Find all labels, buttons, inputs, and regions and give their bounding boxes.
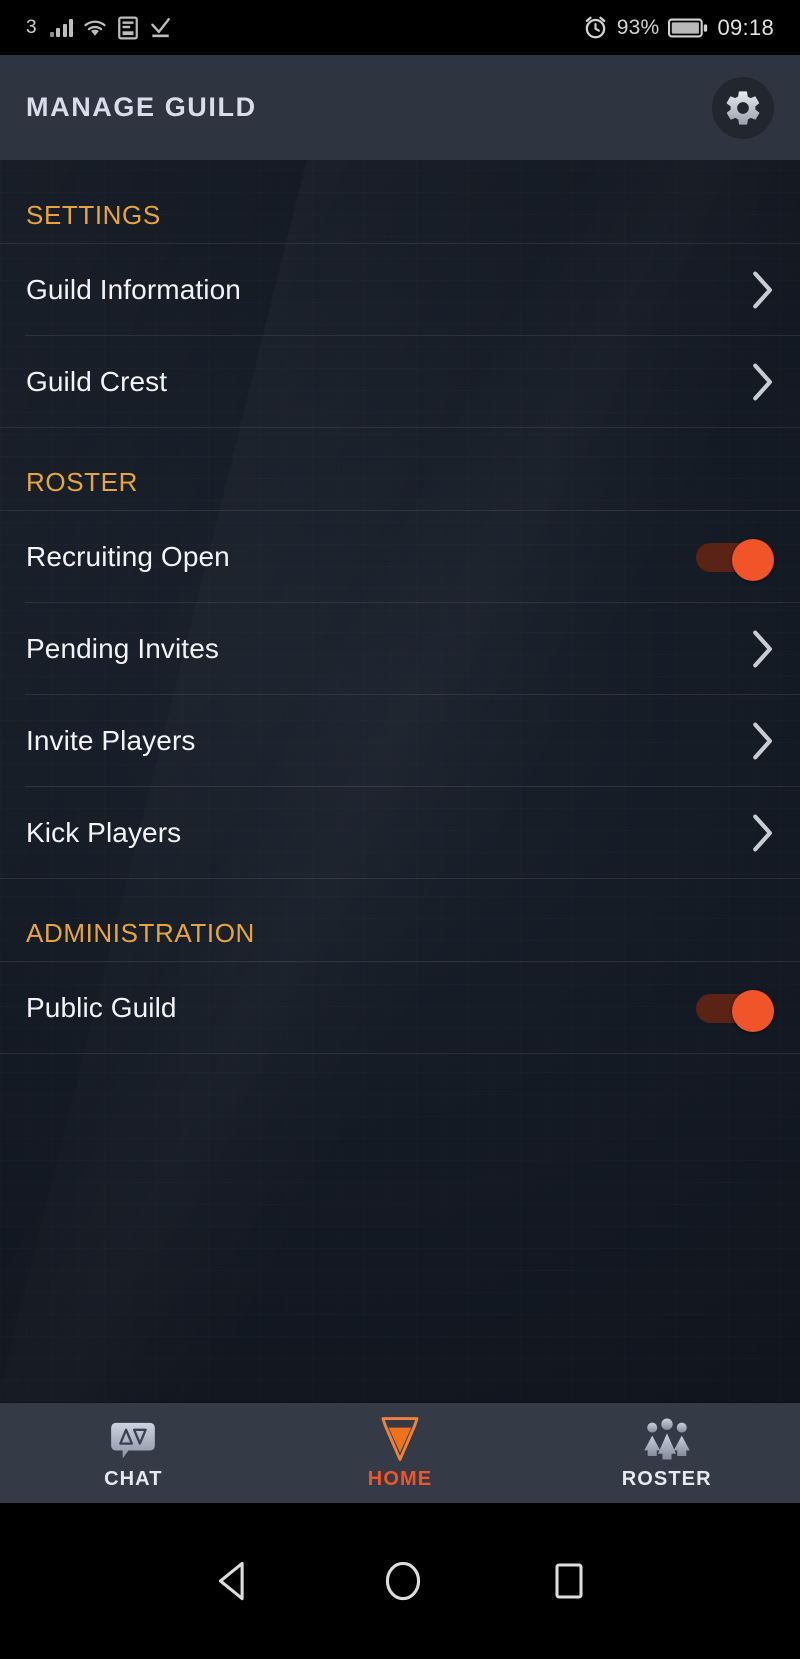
row-label: Guild Information (26, 273, 241, 305)
clock-label: 09:18 (717, 14, 774, 40)
chevron-right-icon (753, 814, 772, 851)
signal-bars-icon (49, 18, 74, 37)
android-recents-button[interactable] (549, 1558, 589, 1604)
section-header-roster: ROSTER (0, 428, 800, 510)
carrier-label: 3 (26, 16, 37, 38)
battery-percent-label: 93% (616, 15, 660, 39)
row-label: Invite Players (26, 724, 196, 756)
section-title: ROSTER (26, 467, 138, 497)
nav-label-chat: CHAT (104, 1468, 163, 1490)
chat-bubble-icon (110, 1415, 156, 1463)
section-header-administration: ADMINISTRATION (0, 879, 800, 961)
recents-square-icon (555, 1563, 583, 1599)
wifi-icon (84, 20, 106, 36)
row-label: Kick Players (26, 816, 182, 848)
row-label: Public Guild (26, 991, 177, 1023)
settings-list: SETTINGS Guild Information Guild Crest R… (0, 160, 800, 1054)
row-label: Guild Crest (26, 365, 168, 397)
status-bar-right: 93% 09:18 (583, 15, 774, 41)
chevron-right-icon (753, 630, 772, 667)
row-label: Recruiting Open (26, 540, 230, 572)
alarm-clock-icon (585, 16, 606, 39)
row-guild-information[interactable]: Guild Information (0, 244, 800, 335)
chevron-right-icon (753, 271, 772, 308)
settings-button[interactable] (712, 76, 774, 139)
home-circle-icon (385, 1561, 421, 1601)
status-bar-left: 3 (26, 16, 172, 40)
toggle-thumb (732, 538, 774, 581)
section-title: SETTINGS (26, 200, 161, 230)
row-label: Pending Invites (26, 632, 219, 664)
row-pending-invites[interactable]: Pending Invites (0, 603, 800, 694)
row-guild-crest[interactable]: Guild Crest (0, 336, 800, 427)
android-back-button[interactable] (211, 1558, 257, 1604)
nav-label-home: HOME (367, 1468, 433, 1490)
nav-tab-home[interactable]: HOME (267, 1403, 534, 1503)
app-header: MANAGE GUILD (0, 55, 800, 160)
settings-list-container: SETTINGS Guild Information Guild Crest R… (0, 160, 800, 1403)
nav-label-roster: ROSTER (621, 1468, 712, 1490)
row-invite-players[interactable]: Invite Players (0, 695, 800, 786)
nav-tab-roster[interactable]: ROSTER (533, 1403, 800, 1503)
app-screen: 3 93% 09:18 MANAGE GUILD SETTINGS Guild … (0, 0, 800, 1659)
row-public-guild[interactable]: Public Guild (0, 962, 800, 1053)
row-kick-players[interactable]: Kick Players (0, 787, 800, 878)
toggle-recruiting-open[interactable] (696, 538, 774, 581)
chevron-right-icon (753, 722, 772, 759)
home-shield-icon (375, 1415, 425, 1463)
toggle-public-guild[interactable] (696, 989, 774, 1032)
section-title: ADMINISTRATION (26, 918, 255, 948)
people-group-icon (642, 1415, 692, 1463)
android-home-button[interactable] (380, 1558, 426, 1604)
download-complete-icon (151, 17, 171, 37)
back-triangle-icon (219, 1561, 245, 1601)
page-title: MANAGE GUILD (26, 92, 257, 122)
row-recruiting-open[interactable]: Recruiting Open (0, 511, 800, 602)
nav-tab-chat[interactable]: CHAT (0, 1403, 267, 1503)
divider (0, 1053, 800, 1054)
android-navigation-bar (0, 1503, 800, 1659)
status-bar: 3 93% 09:18 (0, 0, 800, 55)
bottom-navigation: CHAT HOME ROSTER (0, 1403, 800, 1503)
section-header-settings: SETTINGS (0, 160, 800, 243)
toggle-thumb (732, 989, 774, 1032)
sim-card-icon (118, 16, 138, 39)
gear-icon (726, 90, 760, 125)
chevron-right-icon (753, 363, 772, 400)
battery-icon (668, 18, 708, 37)
